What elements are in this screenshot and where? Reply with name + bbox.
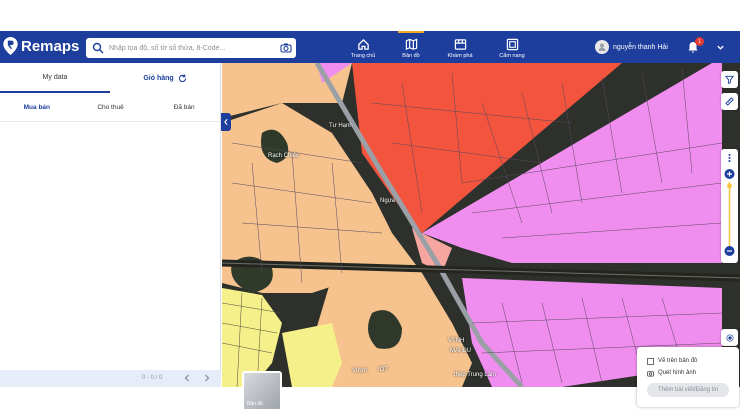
explore-icon bbox=[454, 39, 466, 50]
nav-explore[interactable]: Khám phá bbox=[443, 31, 477, 59]
subtab-rent[interactable]: Cho thuê bbox=[74, 94, 148, 121]
zoom-slider[interactable] bbox=[721, 149, 738, 263]
filter-icon bbox=[725, 75, 734, 84]
nav-explore-label: Khám phá bbox=[447, 53, 473, 59]
filter-button[interactable] bbox=[721, 71, 738, 88]
layer-thumbnail[interactable]: Bản đồ bbox=[242, 371, 282, 411]
user-menu[interactable]: nguyễn thanh Hải bbox=[595, 40, 668, 54]
map-label: MẠI ĐU bbox=[450, 348, 471, 354]
nav-map-label: Bản đồ bbox=[402, 53, 420, 59]
scan-image-label: Quét hình ảnh bbox=[658, 370, 697, 376]
pagination: 0 - 0 / 0 bbox=[0, 370, 221, 387]
map-label: thép Trung Lâm bbox=[454, 372, 497, 378]
handbook-icon bbox=[506, 38, 518, 51]
nav-home-label: Trang chủ bbox=[350, 53, 376, 59]
avatar bbox=[595, 40, 609, 54]
zone-agriculture bbox=[282, 323, 342, 387]
logo[interactable]: Remaps bbox=[3, 37, 79, 55]
map-label: Ngựa bbox=[380, 198, 396, 204]
scan-image-option[interactable]: Quét hình ảnh bbox=[637, 367, 739, 379]
tab-cart[interactable]: Giỏ hàng bbox=[110, 63, 220, 93]
search-input[interactable]: Nhập tọa độ, số tờ số thửa, 8-Code... bbox=[86, 38, 296, 58]
search-icon bbox=[92, 42, 104, 54]
notification-badge: 1 bbox=[695, 37, 704, 46]
ruler-button[interactable] bbox=[721, 93, 738, 110]
pagination-count: 0 - 0 / 0 bbox=[142, 375, 163, 381]
draw-on-map-option[interactable]: Vẽ trên bản đồ bbox=[637, 355, 739, 367]
nav-home[interactable]: Trang chủ bbox=[346, 31, 380, 59]
camera-icon[interactable] bbox=[280, 42, 292, 54]
camera-icon bbox=[647, 370, 654, 376]
sidebar: My data Giỏ hàng Mua bán Cho thuê Đã bán… bbox=[0, 63, 221, 387]
locate-button[interactable] bbox=[721, 329, 738, 346]
draw-icon bbox=[647, 357, 654, 365]
user-name: nguyễn thanh Hải bbox=[613, 43, 668, 51]
subtab-sold-label: Đã bán bbox=[173, 104, 195, 111]
add-post-button[interactable]: Thêm bài viết/Đăng tin bbox=[647, 383, 729, 397]
draw-on-map-label: Vẽ trên bản đồ bbox=[658, 358, 698, 364]
home-icon bbox=[357, 38, 369, 50]
search-placeholder: Nhập tọa độ, số tờ số thửa, 8-Code... bbox=[109, 44, 226, 52]
chevron-left-icon[interactable] bbox=[182, 373, 192, 383]
user-icon bbox=[598, 43, 606, 51]
sidebar-tabs: My data Giỏ hàng bbox=[0, 63, 221, 93]
zoom-control bbox=[721, 149, 738, 263]
listing-subtabs: Mua bán Cho thuê Đã bán bbox=[0, 94, 221, 122]
collapse-sidebar-button[interactable] bbox=[221, 113, 231, 131]
app-window: Remaps Nhập tọa độ, số tờ số thửa, 8-Cod… bbox=[0, 31, 740, 411]
map-label: Rạch Chiếc bbox=[268, 153, 300, 159]
ruler-icon bbox=[725, 97, 734, 106]
map-label: Vườn bbox=[352, 368, 368, 374]
subtab-sale[interactable]: Mua bán bbox=[0, 94, 74, 121]
map-label: Tư Hạnh bbox=[329, 123, 353, 129]
subtab-rent-label: Cho thuê bbox=[97, 104, 124, 111]
refresh-icon[interactable] bbox=[178, 73, 187, 83]
map-canvas[interactable]: Rạch Chiếc Tư Hạnh Ngựa VTNH MẠI ĐU Vườn… bbox=[222, 63, 740, 387]
map-label: IOT bbox=[378, 367, 388, 373]
tab-my-data[interactable]: My data bbox=[0, 63, 110, 93]
chevron-left-icon bbox=[224, 119, 228, 125]
tab-cart-label: Giỏ hàng bbox=[143, 74, 174, 82]
tab-my-data-label: My data bbox=[42, 73, 68, 81]
top-navbar: Remaps Nhập tọa độ, số tờ số thửa, 8-Cod… bbox=[0, 31, 740, 63]
logo-text: Remaps bbox=[21, 37, 80, 55]
locate-icon bbox=[725, 333, 734, 342]
subtab-sold[interactable]: Đã bán bbox=[147, 94, 221, 121]
remaps-logo-icon bbox=[3, 37, 18, 55]
subtab-sale-label: Mua bán bbox=[23, 104, 51, 111]
land-use-map bbox=[222, 63, 740, 387]
chevron-right-icon[interactable] bbox=[202, 373, 212, 383]
nav-map[interactable]: Bản đồ bbox=[394, 31, 428, 59]
map-icon bbox=[405, 38, 417, 51]
nav-handbook-label: Cẩm nang bbox=[499, 53, 525, 59]
chevron-down-icon[interactable] bbox=[716, 43, 725, 52]
tools-popup: Vẽ trên bản đồ Quét hình ảnh Thêm bài vi… bbox=[637, 347, 739, 407]
map-label: VTNH bbox=[448, 338, 465, 344]
layer-thumbnail-label: Bản đồ bbox=[247, 401, 263, 407]
nav-handbook[interactable]: Cẩm nang bbox=[495, 31, 529, 59]
